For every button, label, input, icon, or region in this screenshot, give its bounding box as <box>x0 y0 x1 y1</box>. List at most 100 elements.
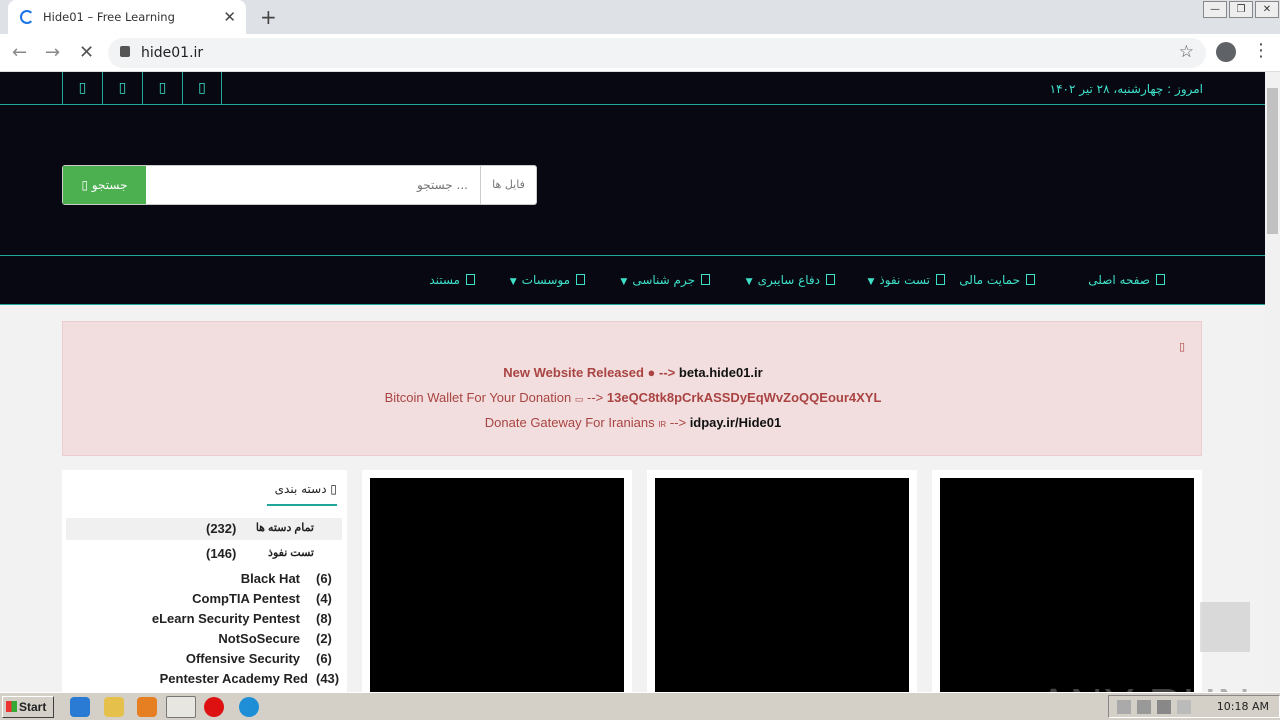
close-window-button[interactable]: ✕ <box>1255 1 1279 18</box>
post-card-3[interactable] <box>932 470 1202 692</box>
site-header: ▯ جستجو فایل ها <box>0 105 1265 255</box>
new-tab-button[interactable]: + <box>260 5 277 29</box>
post-card-2[interactable] <box>647 470 917 692</box>
category-count: (6) <box>316 571 332 586</box>
chevron-down-icon: ▼ <box>620 277 628 287</box>
nav-item-0[interactable]: صفحه اصلی <box>1088 273 1165 287</box>
bitcoin-wallet-address[interactable]: 13eQC8tk8pCrkASSDyEqWvZoQQEour4XYL <box>607 390 882 405</box>
nav-item-4[interactable]: ▼ جرم شناسی <box>620 273 710 287</box>
nav-icon <box>1026 274 1035 285</box>
category-count: (2) <box>316 631 332 646</box>
minimize-button[interactable]: — <box>1203 1 1227 18</box>
post-card-1[interactable] <box>362 470 632 692</box>
search-category-select[interactable]: فایل ها <box>480 166 536 204</box>
chrome-taskbar-button[interactable] <box>166 696 196 718</box>
opera-icon[interactable] <box>204 697 224 717</box>
nav-item-5[interactable]: ▼ موسسات <box>510 273 585 287</box>
folder-icon[interactable] <box>104 697 124 717</box>
social-icon-1[interactable]: ▯ <box>62 72 102 105</box>
category-label: Black Hat <box>240 571 300 586</box>
bookmark-star-icon[interactable]: ☆ <box>1179 42 1194 62</box>
search-form: ▯ جستجو فایل ها <box>62 165 537 205</box>
category-item[interactable]: (8) eLearn Security Pentest <box>66 608 342 630</box>
nav-item-label: دفاع سایبری <box>757 273 820 287</box>
category-item[interactable]: (232) تمام دسته ها <box>66 518 342 540</box>
nav-icon <box>936 274 945 285</box>
restore-button[interactable]: ❐ <box>1229 1 1253 18</box>
scrollbar-thumb[interactable] <box>1267 88 1278 234</box>
category-label: CompTIA Pentest <box>192 591 300 606</box>
url-text: hide01.ir <box>141 45 204 61</box>
start-button[interactable]: Start <box>2 696 54 718</box>
category-item[interactable]: (146) تست نفوذ <box>66 543 342 565</box>
tray-arrow-icon[interactable] <box>1117 700 1131 714</box>
kebab-menu-icon[interactable]: ⋮ <box>1252 40 1270 61</box>
scroll-to-top-button[interactable] <box>1200 602 1250 652</box>
back-arrow-icon[interactable]: ← <box>12 42 27 63</box>
ie-icon[interactable] <box>70 697 90 717</box>
category-item[interactable]: (2) NotSoSecure <box>66 628 342 650</box>
volume-icon[interactable] <box>1137 700 1151 714</box>
current-date: امروز : چهارشنبه، ۲۸ تیر ۱۴۰۲ <box>1049 82 1203 96</box>
category-item[interactable]: (43) Pentester Academy Red <box>66 668 342 690</box>
announcement-banner: ▯ New Website Released ● --> beta.hide01… <box>62 321 1202 456</box>
category-label: تمام دسته ها <box>255 522 314 534</box>
search-button[interactable]: ▯ جستجو <box>63 166 146 204</box>
post-thumbnail[interactable] <box>655 478 909 692</box>
category-count: (4) <box>316 591 332 606</box>
social-icon-3[interactable]: ▯ <box>142 72 182 105</box>
category-item[interactable]: (6) Offensive Security <box>66 648 342 670</box>
edge-icon[interactable] <box>239 697 259 717</box>
notice-line-donate: Donate Gateway For Iranians IR --> idpay… <box>484 415 782 430</box>
category-label: NotSoSecure <box>218 631 300 646</box>
category-label: Pentester Academy Red <box>159 671 308 686</box>
nav-item-label: مستند <box>429 273 460 287</box>
loading-spinner-icon <box>20 10 34 24</box>
profile-avatar-icon[interactable] <box>1216 42 1236 62</box>
folder-icon: ▯ <box>330 482 337 496</box>
post-thumbnail[interactable] <box>370 478 624 692</box>
browser-tab[interactable]: Hide01 – Free Learning ✕ <box>8 0 246 34</box>
category-count: (6) <box>316 651 332 666</box>
network-icon[interactable] <box>1157 700 1171 714</box>
search-input[interactable] <box>146 166 480 204</box>
stop-loading-icon[interactable]: ✕ <box>79 42 94 63</box>
nav-item-label: تست نفوذ <box>879 273 930 287</box>
nav-item-1[interactable]: حمایت مالی <box>959 273 1035 287</box>
flag-icon[interactable] <box>1177 700 1191 714</box>
nav-item-label: موسسات <box>521 273 570 287</box>
close-tab-icon[interactable]: ✕ <box>223 8 236 26</box>
nav-item-label: حمایت مالی <box>959 273 1020 287</box>
nav-icon <box>1156 274 1165 285</box>
category-count: (43) <box>316 671 340 686</box>
nav-item-6[interactable]: مستند <box>429 273 475 287</box>
social-icon-4[interactable]: ▯ <box>182 72 222 105</box>
nav-item-2[interactable]: ▼ تست نفوذ <box>867 273 945 287</box>
category-label: تست نفوذ <box>268 547 314 559</box>
close-icon[interactable]: ▯ <box>1179 340 1185 353</box>
category-item[interactable]: (4) CompTIA Pentest <box>66 588 342 610</box>
category-sidebar: دسته بندی ▯ (232) تمام دسته ها (146) تست نف… <box>62 470 347 692</box>
post-thumbnail[interactable] <box>940 478 1194 692</box>
anyrun-watermark: ANY RUN <box>1038 678 1251 692</box>
beta-site-link[interactable]: beta.hide01.ir <box>679 365 763 380</box>
category-count: (232) <box>206 521 237 536</box>
chevron-down-icon: ▼ <box>509 277 517 287</box>
category-label: Offensive Security <box>185 651 300 666</box>
notice-line-bitcoin: Bitcoin Wallet For Your Donation ▭ --> 1… <box>384 390 882 405</box>
window-controls: — ❐ ✕ <box>1202 0 1280 20</box>
category-item[interactable]: (6) Black Hat <box>66 568 342 590</box>
chevron-down-icon: ▼ <box>867 277 875 287</box>
media-player-icon[interactable] <box>137 697 157 717</box>
page-scrollbar[interactable] <box>1265 72 1280 692</box>
forward-arrow-icon[interactable]: → <box>45 42 60 63</box>
main-navigation: صفحه اصلی حمایت مالی ▼ تست نفوذ ▼ دفاع سایبری… <box>0 255 1265 305</box>
tab-title: Hide01 – Free Learning <box>43 10 175 24</box>
idpay-link[interactable]: idpay.ir/Hide01 <box>690 415 782 430</box>
nav-item-label: جرم شناسی <box>632 273 695 287</box>
nav-item-3[interactable]: ▼ دفاع سایبری <box>746 273 835 287</box>
address-bar[interactable]: hide01.ir ☆ <box>108 38 1206 68</box>
social-icon-2[interactable]: ▯ <box>102 72 142 105</box>
windows-taskbar: Start 10:18 AM <box>0 692 1280 720</box>
nav-icon <box>576 274 585 285</box>
